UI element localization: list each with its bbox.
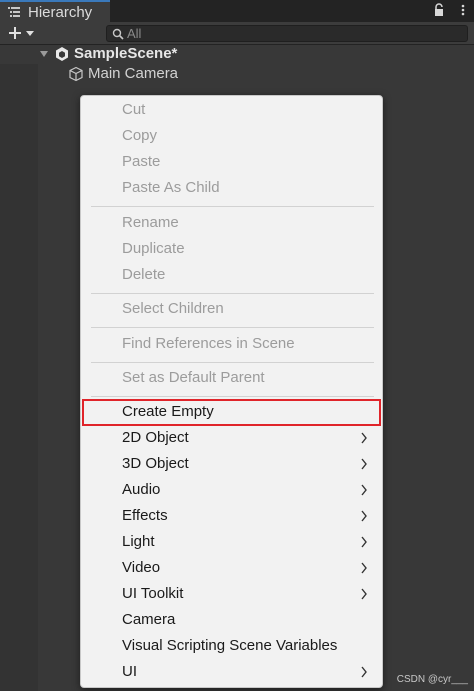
menu-item-label: Select Children [122,300,224,317]
chevron-right-icon [361,458,367,470]
tree-item-label: Main Camera [88,65,179,82]
tab-hierarchy[interactable]: Hierarchy [0,0,110,22]
unity-scene-icon [56,47,68,61]
menu-item-label: Visual Scripting Scene Variables [122,637,338,654]
lock-icon[interactable] [432,3,446,17]
tab-title: Hierarchy [28,4,93,21]
chevron-right-icon [361,562,367,574]
menu-item-3d-object[interactable]: 3D Object [81,451,382,477]
menu-separator [91,362,374,363]
menu-item-2d-object[interactable]: 2D Object [81,425,382,451]
chevron-right-icon [361,536,367,548]
menu-item-label: Paste [122,153,161,170]
watermark: CSDN @cyr___ [396,674,468,685]
menu-item-find-references: Find References in Scene [81,331,382,357]
menu-item-visual-scripting-scene-variables[interactable]: Visual Scripting Scene Variables [81,633,382,659]
menu-item-label: Duplicate [122,240,185,257]
menu-item-ui-toolkit[interactable]: UI Toolkit [81,581,382,607]
tree-indent-strip [0,64,38,691]
menu-item-label: 3D Object [122,455,189,472]
more-options-icon[interactable] [460,3,466,17]
menu-item-label: Video [122,559,161,576]
menu-separator [91,206,374,207]
expand-arrow-icon[interactable] [39,49,49,59]
chevron-right-icon [361,666,367,678]
menu-item-light[interactable]: Light [81,529,382,555]
menu-item-label: Delete [122,266,166,283]
menu-separator [91,396,374,397]
add-dropdown-button[interactable] [6,24,38,42]
search-field[interactable] [106,25,468,42]
scene-row[interactable]: SampleScene* [0,44,474,64]
menu-item-label: Audio [122,481,161,498]
menu-item-paste: Paste [81,149,382,175]
menu-item-label: UI Toolkit [122,585,184,602]
menu-item-label: 2D Object [122,429,189,446]
tree-item-main-camera[interactable]: Main Camera [0,64,474,84]
menu-item-ui[interactable]: UI [81,659,382,685]
menu-item-label: Copy [122,127,158,144]
menu-item-label: Cut [122,101,146,118]
menu-item-label: Rename [122,214,179,231]
menu-item-select-children: Select Children [81,296,382,322]
menu-item-rename: Rename [81,210,382,236]
menu-item-label: UI [122,663,137,680]
chevron-right-icon [361,588,367,600]
search-icon [112,28,124,40]
chevron-right-icon [361,432,367,444]
menu-separator [91,327,374,328]
tab-bar: Hierarchy [0,0,474,22]
scene-label: SampleScene* [74,45,178,62]
menu-item-copy: Copy [81,123,382,149]
menu-item-duplicate: Duplicate [81,236,382,262]
menu-item-audio[interactable]: Audio [81,477,382,503]
menu-item-label: Light [122,533,155,550]
menu-item-label: Set as Default Parent [122,369,265,386]
chevron-right-icon [361,510,367,522]
menu-item-set-default-parent: Set as Default Parent [81,365,382,391]
menu-separator [91,293,374,294]
highlight-box [82,399,381,426]
hierarchy-list-icon [8,7,20,17]
menu-item-label: Find References in Scene [122,335,295,352]
context-menu: Cut Copy Paste Paste As Child Rename Dup… [80,95,383,688]
menu-item-paste-as-child: Paste As Child [81,175,382,201]
menu-item-label: Effects [122,507,168,524]
menu-item-camera[interactable]: Camera [81,607,382,633]
menu-item-label: Camera [122,611,176,628]
menu-item-cut: Cut [81,97,382,123]
menu-item-label: Paste As Child [122,179,220,196]
hierarchy-toolbar [0,22,474,45]
menu-item-effects[interactable]: Effects [81,503,382,529]
menu-item-video[interactable]: Video [81,555,382,581]
search-input[interactable] [127,26,457,41]
gameobject-cube-icon [69,66,83,82]
menu-item-delete: Delete [81,262,382,288]
chevron-right-icon [361,484,367,496]
